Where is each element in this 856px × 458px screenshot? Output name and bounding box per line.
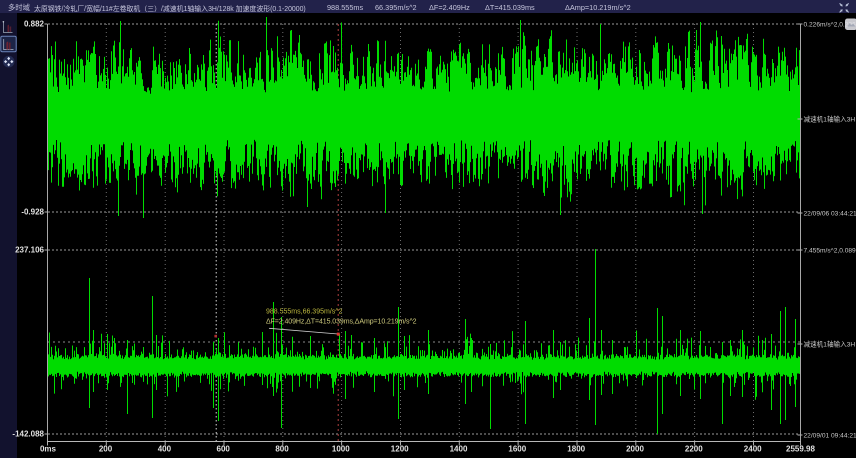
svg-text:800: 800 (275, 445, 289, 454)
svg-text:7.455m/s^2,0.0891: 7.455m/s^2,0.0891 (804, 247, 856, 254)
svg-text:237.106: 237.106 (15, 246, 44, 255)
svg-text:减速机1轴输入3H: 减速机1轴输入3H (804, 114, 856, 123)
svg-text:-142.088: -142.088 (12, 430, 44, 439)
svg-text:988.555ms,66.395m/s^2: 988.555ms,66.395m/s^2 (266, 309, 343, 316)
svg-text:0ms: 0ms (40, 445, 57, 454)
svg-text:1000: 1000 (332, 445, 350, 454)
svg-text:22/09/01 09:44:21: 22/09/01 09:44:21 (804, 432, 856, 439)
svg-text:1800: 1800 (567, 445, 585, 454)
svg-text:0.882: 0.882 (24, 20, 45, 29)
svg-text:-0.928: -0.928 (21, 208, 44, 217)
svg-text:400: 400 (158, 445, 172, 454)
svg-text:2400: 2400 (744, 445, 762, 454)
svg-text:1400: 1400 (450, 445, 468, 454)
svg-text:600: 600 (217, 445, 231, 454)
svg-text:2000: 2000 (626, 445, 644, 454)
svg-text:200: 200 (99, 445, 113, 454)
svg-text:1200: 1200 (391, 445, 409, 454)
svg-text:1600: 1600 (508, 445, 526, 454)
svg-text:ΔF=2.409Hz,ΔT=415.039ms,ΔAmp=1: ΔF=2.409Hz,ΔT=415.039ms,ΔAmp=10.219m/s^2 (266, 319, 417, 326)
svg-text:2559.98: 2559.98 (786, 445, 815, 454)
svg-text:2200: 2200 (685, 445, 703, 454)
svg-text:减速机1轴输入3H: 减速机1轴输入3H (804, 339, 856, 348)
svg-text:22/09/06 03:44:21: 22/09/06 03:44:21 (804, 210, 856, 217)
